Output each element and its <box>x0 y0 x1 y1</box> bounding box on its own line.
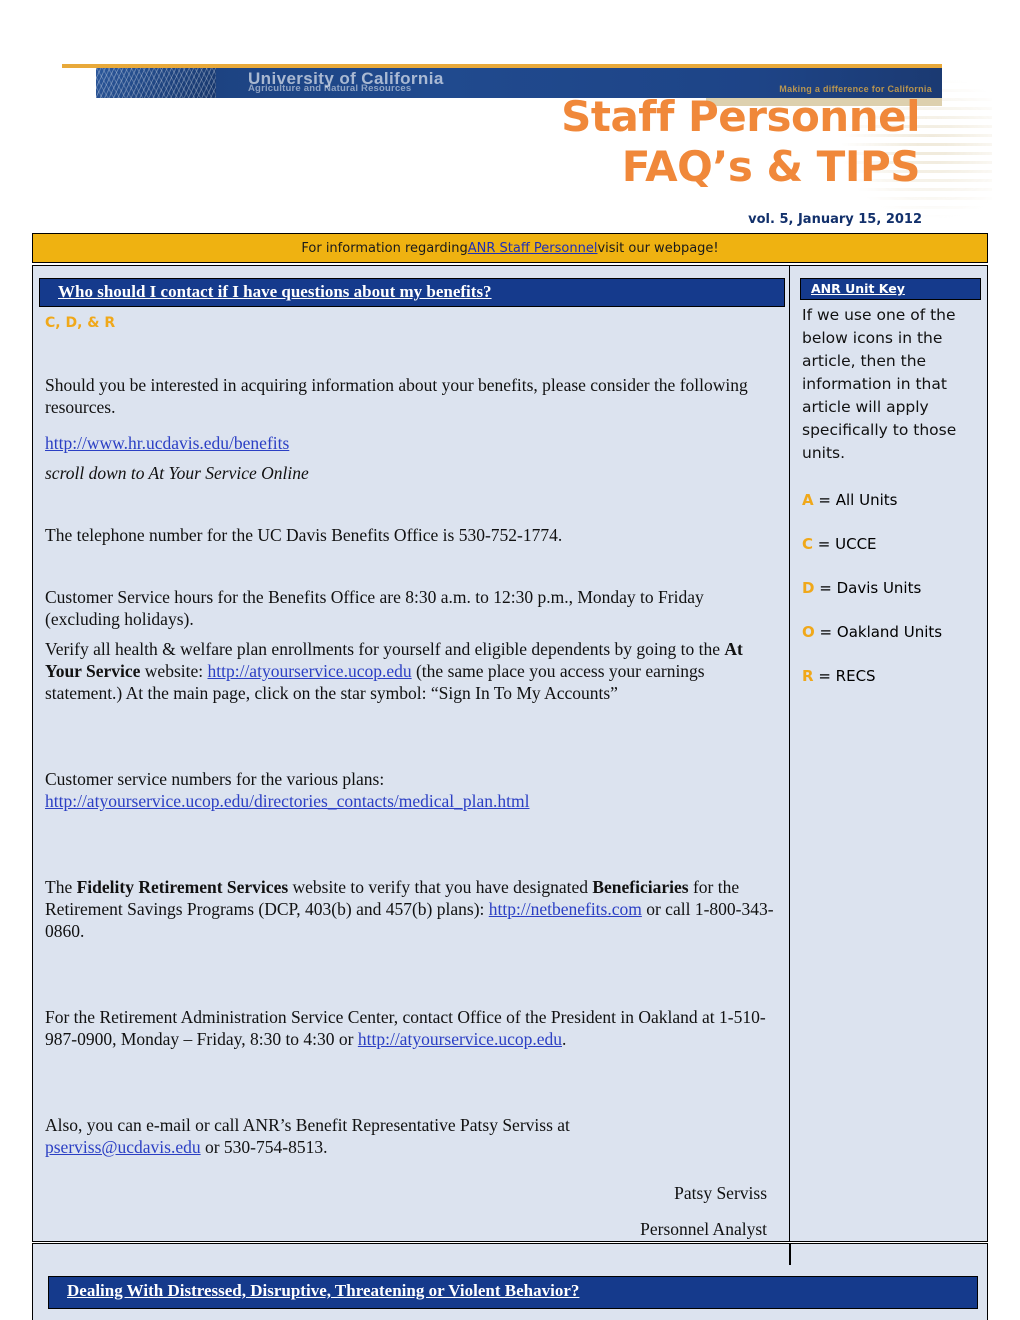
unit-key-label-a: = All Units <box>818 491 898 509</box>
unit-key-letter-c: C <box>802 535 814 553</box>
unit-key-label-o: = Oakland Units <box>819 623 943 641</box>
article-paragraph-plans: Customer service numbers for the various… <box>45 769 385 789</box>
article-unit-tag: C, D, & R <box>45 315 116 331</box>
contact-text-b: or 530-754-8513. <box>200 1137 328 1157</box>
page-title: Staff Personnel FAQ’s & TIPS <box>220 92 920 192</box>
unit-key-heading-text: ANR Unit Key <box>811 281 905 296</box>
pserviss-email-link[interactable]: pserviss@ucdavis.edu <box>45 1137 201 1157</box>
notice-text-after: visit our webpage! <box>597 240 719 256</box>
article-paragraph-hours: Customer Service hours for the Benefits … <box>45 587 704 629</box>
unit-key-label-c: = UCCE <box>817 535 877 553</box>
signature-title: Personnel Analyst <box>640 1219 767 1239</box>
unit-key-letter-o: O <box>802 623 815 641</box>
unit-key-item-oakland: O = Oakland Units <box>796 623 981 641</box>
unit-key-description: If we use one of the below icons in the … <box>802 306 957 462</box>
fidelity-text-b: website to verify that you have designat… <box>288 877 593 897</box>
unit-key-label-d: = Davis Units <box>819 579 922 597</box>
medical-plan-directory-link[interactable]: http://atyourservice.ucop.edu/directorie… <box>45 791 530 811</box>
article-heading-bar: Who should I contact if I have questions… <box>39 278 785 307</box>
signature-name: Patsy Serviss <box>674 1183 767 1203</box>
page-title-line1: Staff Personnel <box>561 92 920 141</box>
article-column: Who should I contact if I have questions… <box>33 266 790 1241</box>
masthead: University of California Agriculture and… <box>0 0 1020 232</box>
anr-staff-personnel-link[interactable]: ANR Staff Personnel <box>468 241 598 256</box>
verify-text-b: website: <box>140 661 208 681</box>
article-scroll-note: scroll down to At Your Service Online <box>45 463 309 483</box>
atyourservice-link-2[interactable]: http://atyourservice.ucop.edu <box>358 1029 562 1049</box>
banner-photo-texture <box>96 68 216 98</box>
verify-text-a: Verify all health & welfare plan enrollm… <box>45 639 725 659</box>
volume-date-label: vol. 5, January 15, 2012 <box>748 212 922 227</box>
unit-key-letter-a: A <box>802 491 814 509</box>
atyourservice-link-1[interactable]: http://atyourservice.ucop.edu <box>208 661 412 681</box>
rasc-text-b: . <box>561 1029 567 1049</box>
unit-key-item-recs: R = RECS <box>796 667 981 685</box>
article-paragraph-1: Should you be interested in acquiring in… <box>45 375 748 417</box>
unit-key-item-all: A = All Units <box>796 491 981 509</box>
article-paragraph-contact: Also, you can e-mail or call ANR’s Benef… <box>45 1114 777 1158</box>
article-paragraph-fidelity: The Fidelity Retirement Services website… <box>45 876 777 942</box>
next-article-heading-text: Dealing With Distressed, Disruptive, Thr… <box>67 1281 580 1300</box>
main-content-table: Who should I contact if I have questions… <box>32 265 988 1242</box>
page-title-line2: FAQ’s & TIPS <box>621 142 921 191</box>
article-body: C, D, & R Should you be interested in ac… <box>33 307 789 1240</box>
unit-key-label-r: = RECS <box>818 667 876 685</box>
unit-key-letter-r: R <box>802 667 814 685</box>
unit-key-heading-bar: ANR Unit Key <box>800 278 981 300</box>
beneficiaries-bold: Beneficiaries <box>592 877 689 897</box>
fidelity-bold: Fidelity Retirement Services <box>76 877 289 897</box>
contact-text-a: Also, you can e-mail or call ANR’s Benef… <box>45 1115 570 1135</box>
unit-key-item-davis: D = Davis Units <box>796 579 981 597</box>
webpage-notice-bar: For information regarding ANR Staff Pers… <box>32 233 988 263</box>
notice-text-before: For information regarding <box>301 240 468 256</box>
unit-key-column: ANR Unit Key If we use one of the below … <box>790 266 987 1241</box>
unit-key-item-ucce: C = UCCE <box>796 535 981 553</box>
next-article-column-divider <box>789 1243 791 1265</box>
article-heading-text: Who should I contact if I have questions… <box>58 282 492 301</box>
article-paragraph-phone: The telephone number for the UC Davis Be… <box>45 525 563 545</box>
unit-key-letter-d: D <box>802 579 815 597</box>
article-paragraph-verify: Verify all health & welfare plan enrollm… <box>45 638 777 704</box>
next-article-heading-bar: Dealing With Distressed, Disruptive, Thr… <box>48 1276 978 1309</box>
netbenefits-link[interactable]: http://netbenefits.com <box>489 899 642 919</box>
fidelity-text-a: The <box>45 877 77 897</box>
article-paragraph-rasc: For the Retirement Administration Servic… <box>45 1006 777 1050</box>
hr-ucdavis-benefits-link[interactable]: http://www.hr.ucdavis.edu/benefits <box>45 433 289 453</box>
